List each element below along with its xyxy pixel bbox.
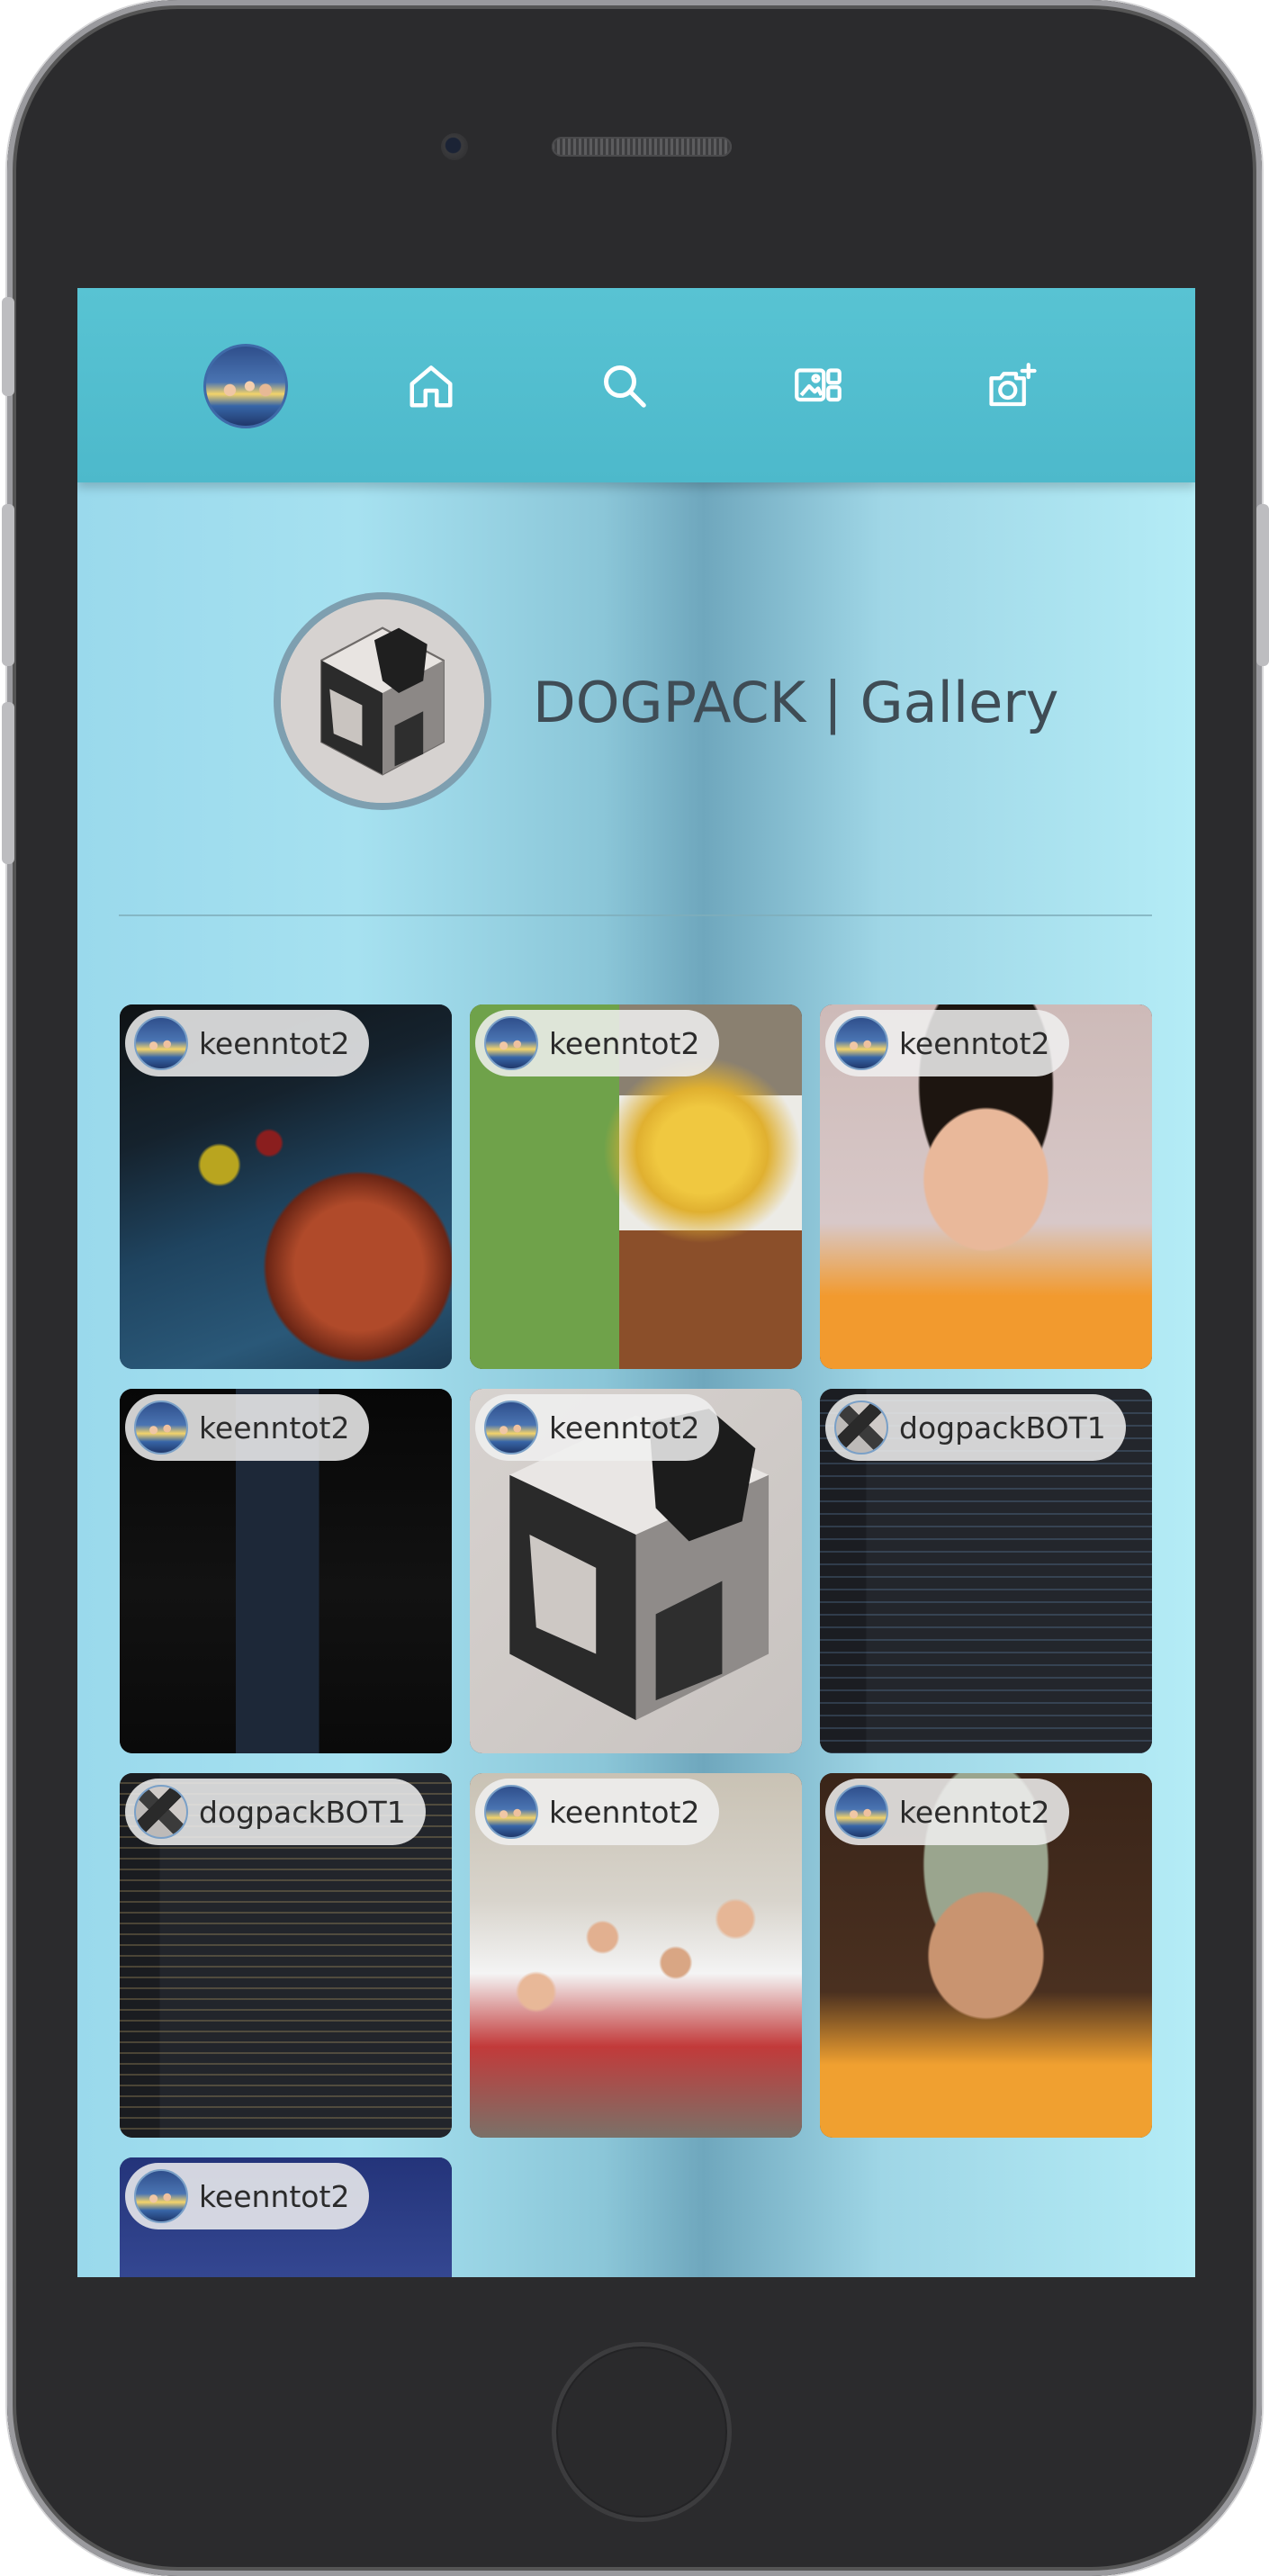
user-avatar [484,1785,538,1839]
post-username: keenntot2 [549,1410,700,1446]
gallery-icon[interactable] [788,356,848,416]
user-avatar [484,1016,538,1070]
phone-frame: DOGPACK | Gallery keenntot2 keenntot2 ke… [2,0,1269,2576]
page-title: DOGPACK | Gallery [533,670,1059,735]
post-username: keenntot2 [199,1410,350,1446]
user-avatar [834,1016,888,1070]
post-username: dogpackBOT1 [199,1794,406,1830]
post-username: keenntot2 [199,2178,350,2214]
post-user-tag[interactable]: keenntot2 [125,1010,370,1076]
user-avatar [484,1401,538,1455]
post-user-tag[interactable]: keenntot2 [825,1779,1070,1845]
post-username: keenntot2 [899,1025,1050,1061]
screen: DOGPACK | Gallery keenntot2 keenntot2 ke… [77,288,1195,2277]
top-navbar [77,288,1195,482]
user-avatar [134,1016,188,1070]
gallery-post[interactable]: keenntot2 [120,2157,452,2277]
home-button[interactable] [552,2342,732,2522]
gallery-post[interactable]: keenntot2 [470,1004,802,1369]
add-photo-icon[interactable] [982,356,1041,416]
post-username: keenntot2 [899,1794,1050,1830]
gallery-post[interactable]: dogpackBOT1 [120,1773,452,2138]
divider [119,914,1152,916]
post-username: dogpackBOT1 [899,1410,1106,1446]
volume-up-button [2,504,14,666]
post-user-tag[interactable]: dogpackBOT1 [125,1779,426,1845]
user-avatar [134,1401,188,1455]
post-user-tag[interactable]: keenntot2 [125,1394,370,1461]
gallery-post[interactable]: keenntot2 [470,1773,802,2138]
gallery-post[interactable]: keenntot2 [470,1389,802,1753]
post-username: keenntot2 [549,1794,700,1830]
gallery-post[interactable]: keenntot2 [820,1773,1152,2138]
dogpack-logo-icon [281,599,484,803]
power-button [1256,504,1269,666]
post-username: keenntot2 [199,1025,350,1061]
post-user-tag[interactable]: keenntot2 [125,2163,370,2229]
post-user-tag[interactable]: keenntot2 [475,1779,720,1845]
user-avatar [134,2169,188,2223]
group-profile-picture [274,592,491,810]
bot-avatar [134,1785,188,1839]
side-button [2,297,14,396]
gallery-post[interactable]: dogpackBOT1 [820,1389,1152,1753]
search-icon[interactable] [595,356,654,416]
post-username: keenntot2 [549,1025,700,1061]
bot-avatar [834,1401,888,1455]
user-avatar [834,1785,888,1839]
gallery-post[interactable]: keenntot2 [120,1004,452,1369]
post-user-tag[interactable]: keenntot2 [475,1010,720,1076]
post-user-tag[interactable]: dogpackBOT1 [825,1394,1126,1461]
front-camera-icon [441,133,468,160]
home-icon[interactable] [401,356,461,416]
user-avatar[interactable] [203,344,288,428]
post-user-tag[interactable]: keenntot2 [475,1394,720,1461]
gallery-post[interactable]: keenntot2 [120,1389,452,1753]
post-user-tag[interactable]: keenntot2 [825,1010,1070,1076]
volume-down-button [2,702,14,864]
gallery-post[interactable]: keenntot2 [820,1004,1152,1369]
speaker-grille [552,137,732,157]
